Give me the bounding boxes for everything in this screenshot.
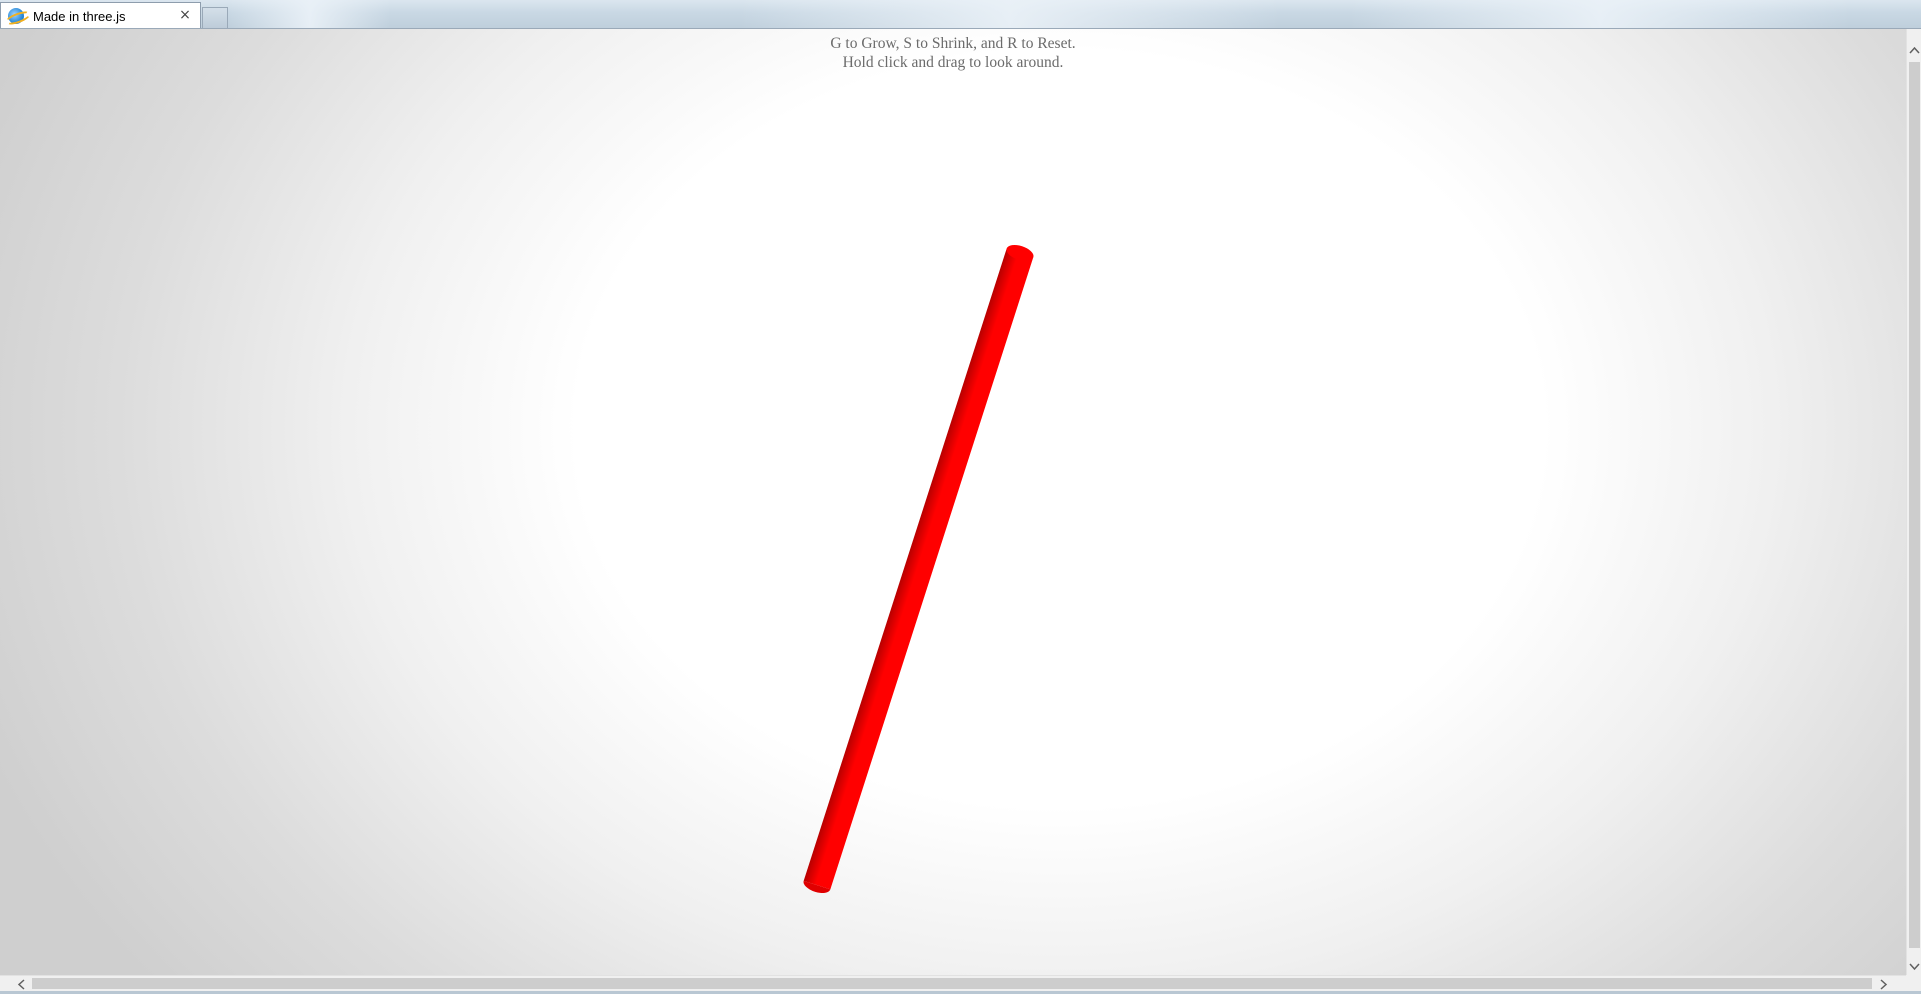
webgl-viewport[interactable]: G to Grow, S to Shrink, and R to Reset. … [0, 29, 1906, 975]
scrollbar-corner [1906, 975, 1921, 991]
instructions: G to Grow, S to Shrink, and R to Reset. … [0, 34, 1906, 72]
instructions-line-1: G to Grow, S to Shrink, and R to Reset. [830, 35, 1076, 52]
address-area-blur [740, 0, 1280, 28]
cylinder-body [803, 248, 1034, 890]
horizontal-scrollbar[interactable] [0, 975, 1906, 991]
tab-title: Made in three.js [33, 8, 126, 24]
toolbar-area-blur [1350, 0, 1850, 28]
browser-window: Made in three.js × G to Grow, S to Shrin… [0, 0, 1921, 994]
background-tab-blur [230, 0, 390, 28]
chevron-down-icon[interactable] [1907, 958, 1921, 975]
chevron-right-icon[interactable] [1875, 976, 1892, 992]
tab-strip: Made in three.js × [0, 0, 1921, 29]
horizontal-scroll-thumb[interactable] [32, 978, 1872, 989]
internet-explorer-icon [8, 8, 24, 24]
threejs-scene[interactable] [0, 29, 1906, 975]
new-tab-button[interactable] [202, 7, 228, 28]
tab-made-in-threejs[interactable]: Made in three.js × [0, 2, 201, 28]
instructions-line-2: Hold click and drag to look around. [842, 54, 1064, 71]
chevron-up-icon[interactable] [1907, 41, 1921, 58]
vertical-scrollbar[interactable] [1906, 29, 1921, 975]
close-icon[interactable]: × [177, 7, 193, 23]
chevron-left-icon[interactable] [12, 976, 29, 992]
vertical-scroll-thumb[interactable] [1909, 62, 1920, 948]
